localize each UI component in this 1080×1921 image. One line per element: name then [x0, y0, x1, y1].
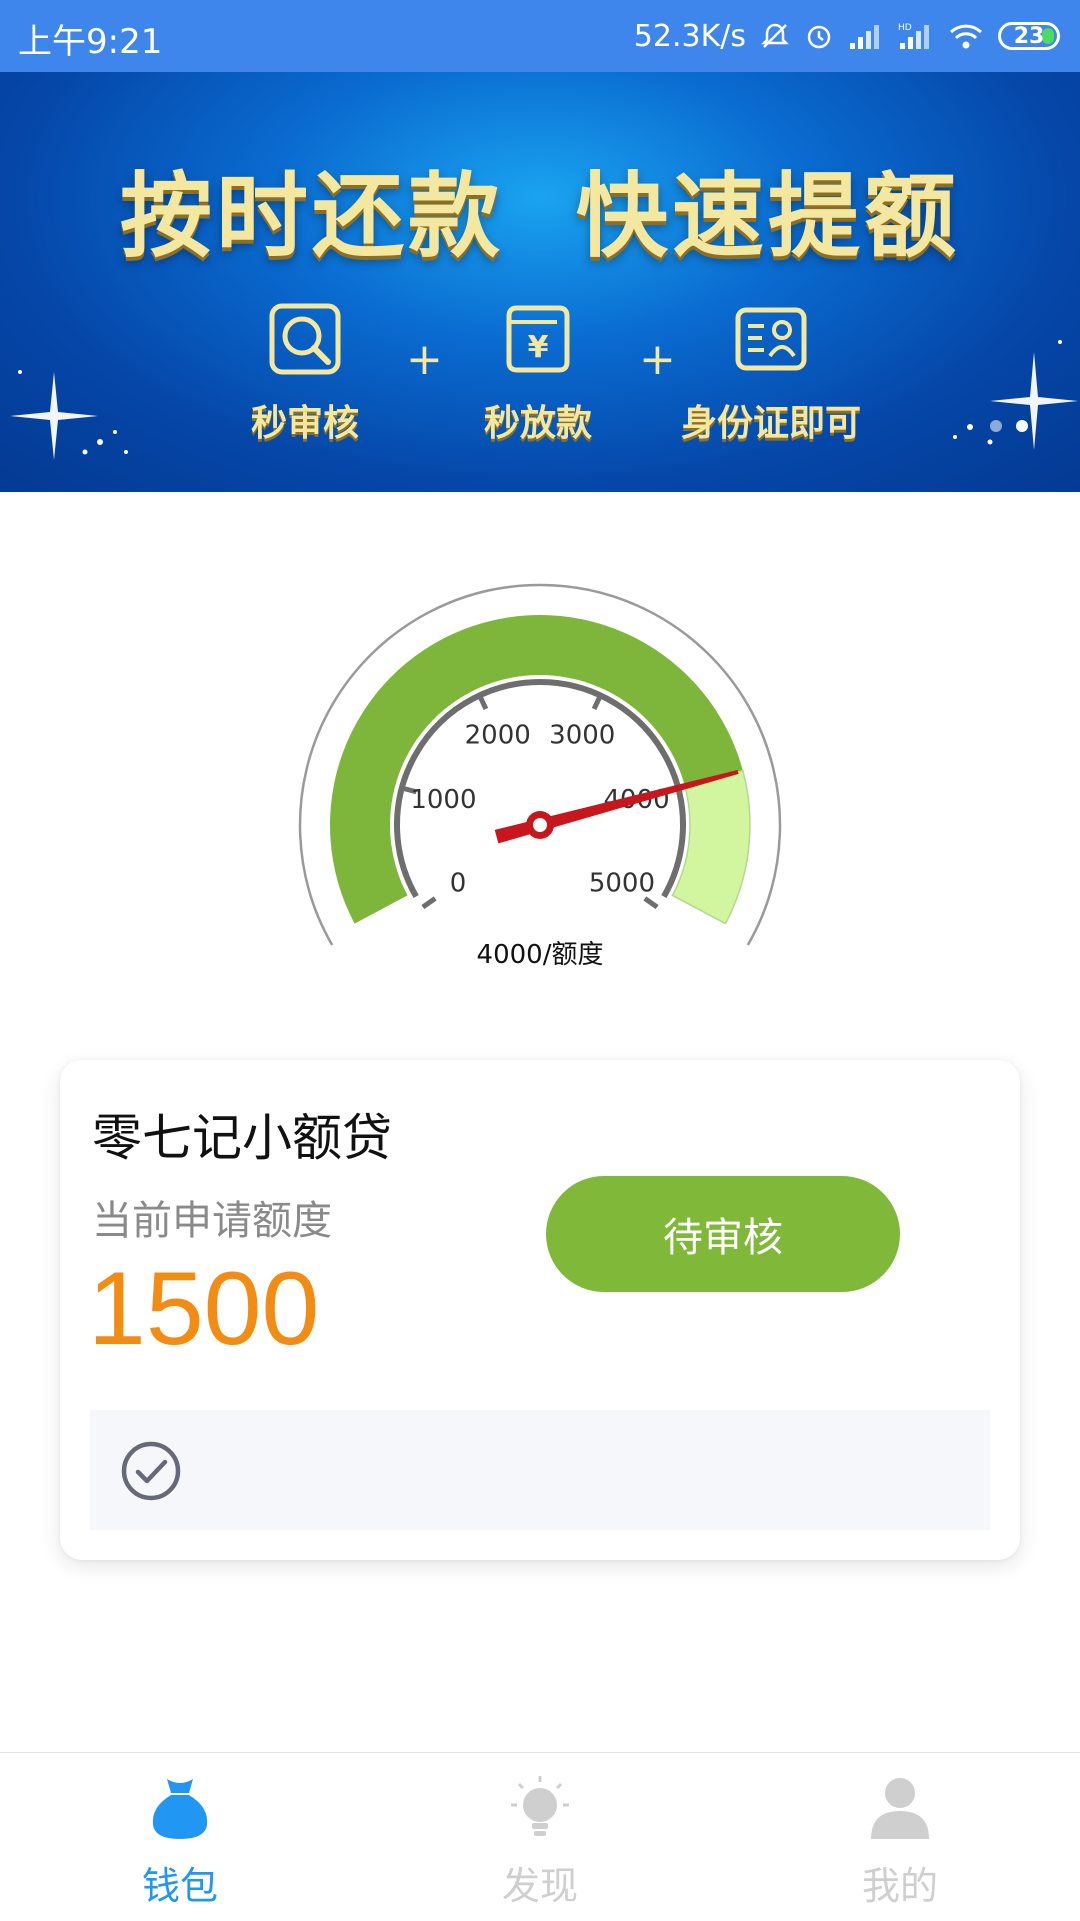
alarm-icon — [804, 21, 834, 51]
tab-profile[interactable]: 我的 — [720, 1753, 1080, 1921]
status-icons: 52.3K/s HD 23 — [634, 12, 1060, 60]
network-speed: 52.3K/s — [633, 18, 746, 54]
gauge-tick-label: 3000 — [549, 720, 615, 750]
loan-product-title: 零七记小额贷 — [92, 1109, 392, 1167]
tab-discover[interactable]: 发现 — [360, 1753, 720, 1921]
gauge-tick — [643, 896, 659, 910]
gauge-tick-label: 5000 — [589, 868, 655, 898]
loan-card[interactable]: 零七记小额贷 当前申请额度 1500 待审核 — [60, 1060, 1020, 1560]
user-icon — [871, 1778, 929, 1839]
sparkle-left-icon — [10, 370, 128, 460]
feature-label: 身份证即可 — [680, 403, 861, 444]
feature-quick-review: 秒审核 — [205, 302, 405, 446]
battery-level: 23 — [1013, 23, 1045, 49]
svg-text:HD: HD — [898, 23, 912, 33]
pending-review-button[interactable]: 待审核 — [546, 1176, 900, 1292]
signal-icon — [848, 21, 884, 51]
tab-wallet[interactable]: 钱包 — [0, 1753, 360, 1921]
banner-title: 按时还款 快速提额 — [119, 163, 961, 270]
wifi-icon — [948, 21, 984, 51]
feature-label: 秒审核 — [250, 403, 359, 444]
loan-card-footer — [90, 1410, 990, 1530]
feature-label: 秒放款 — [483, 403, 592, 444]
gauge-tick — [421, 896, 437, 910]
id-card-icon — [735, 307, 807, 371]
search-icon — [269, 303, 341, 375]
mute-icon — [760, 21, 790, 51]
hd-signal-icon: HD — [898, 21, 934, 51]
sparkle-right-icon — [953, 340, 1078, 450]
promo-banner[interactable]: 按时还款 快速提额 秒审核 + ¥ 秒放款 + 身份证即可 — [0, 72, 1080, 492]
loan-amount-label: 当前申请额度 — [92, 1198, 332, 1244]
check-circle-icon — [121, 1441, 181, 1501]
gauge-tick-label: 1000 — [410, 785, 476, 815]
page-dot-active[interactable] — [1016, 420, 1028, 432]
money-bag-icon — [152, 1779, 208, 1839]
page-dot[interactable] — [990, 420, 1002, 432]
status-time: 上午9:21 — [18, 22, 163, 62]
gauge-tick-label: 2000 — [465, 720, 531, 750]
yuan-wallet-icon: ¥ — [506, 305, 570, 373]
feature-id-card: 身份证即可 — [671, 302, 871, 446]
gauge-tick-label: 0 — [450, 868, 467, 898]
banner-page-indicator — [990, 420, 1028, 432]
status-bar: 上午9:21 52.3K/s HD 23 — [0, 0, 1080, 72]
tab-label: 我的 — [861, 1864, 938, 1908]
feature-quick-loan: ¥ 秒放款 — [438, 302, 638, 446]
tab-label: 发现 — [501, 1864, 578, 1908]
tab-label: 钱包 — [141, 1864, 218, 1908]
loan-amount-value: 1500 — [88, 1251, 320, 1367]
gauge-tick — [591, 694, 603, 711]
svg-text:¥: ¥ — [528, 330, 549, 365]
gauge-tick — [477, 694, 489, 711]
gauge-needle-hub-center — [533, 818, 547, 832]
battery-icon: 23 — [998, 22, 1060, 50]
lightbulb-icon — [511, 1776, 569, 1836]
bottom-tab-bar: 钱包 发现 我的 — [0, 1752, 1080, 1921]
gauge-caption: 4000/额度 — [476, 940, 604, 970]
